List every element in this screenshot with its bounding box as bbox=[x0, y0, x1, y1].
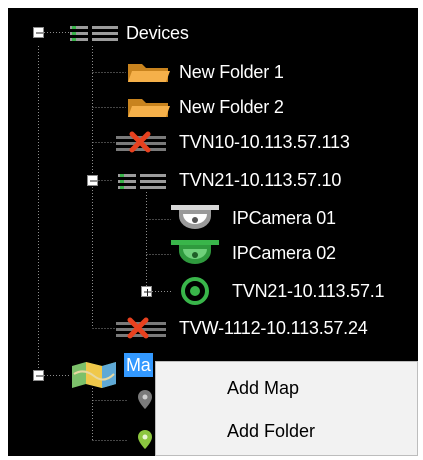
menu-item-add-map[interactable]: Add Map bbox=[157, 366, 417, 410]
folder-icon bbox=[126, 60, 172, 89]
context-menu: Add Map Add Folder bbox=[155, 361, 418, 456]
devices-collapse-toggle[interactable] bbox=[33, 27, 44, 38]
tree-item-tvw1112[interactable]: TVW-1112-10.113.57.24 bbox=[179, 317, 368, 339]
menu-item-add-folder[interactable]: Add Folder bbox=[157, 409, 417, 453]
maps-collapse-toggle[interactable] bbox=[33, 370, 44, 381]
offline-device-icon bbox=[116, 316, 168, 345]
tree-item-maps-label: Ma bbox=[126, 355, 151, 375]
tree-item-tvn21-sub[interactable]: TVN21-10.113.57.1 bbox=[232, 280, 385, 302]
tree-item-new-folder-2[interactable]: New Folder 2 bbox=[179, 96, 284, 118]
offline-device-icon bbox=[116, 130, 168, 159]
device-tree-panel: Devices New Folder 1 New Folder 2 TVN10-… bbox=[8, 8, 418, 456]
device-group-icon bbox=[118, 171, 170, 196]
dome-camera-icon bbox=[171, 240, 221, 273]
map-icon bbox=[70, 360, 118, 395]
dome-camera-icon bbox=[171, 205, 221, 238]
ring-device-icon bbox=[180, 276, 210, 311]
map-pin-icon bbox=[136, 389, 154, 416]
tvn21-collapse-toggle[interactable] bbox=[87, 175, 98, 186]
tree-item-devices[interactable]: Devices bbox=[126, 22, 189, 44]
tree-item-tvn10[interactable]: TVN10-10.113.57.113 bbox=[179, 131, 350, 153]
tree-item-maps[interactable]: Ma bbox=[124, 353, 153, 377]
folder-icon bbox=[126, 95, 172, 124]
tree-item-tvn21[interactable]: TVN21-10.113.57.10 bbox=[179, 169, 341, 191]
map-pin-icon bbox=[136, 429, 154, 456]
device-group-icon bbox=[70, 23, 122, 48]
tree-item-ipcamera-02[interactable]: IPCamera 02 bbox=[232, 242, 336, 264]
tree-item-new-folder-1[interactable]: New Folder 1 bbox=[179, 61, 284, 83]
menu-item-add-map-label: Add Map bbox=[227, 377, 300, 398]
tvn21-sub-expand-toggle[interactable] bbox=[141, 286, 152, 297]
menu-item-add-folder-label: Add Folder bbox=[227, 420, 316, 441]
tree-item-ipcamera-01[interactable]: IPCamera 01 bbox=[232, 207, 336, 229]
